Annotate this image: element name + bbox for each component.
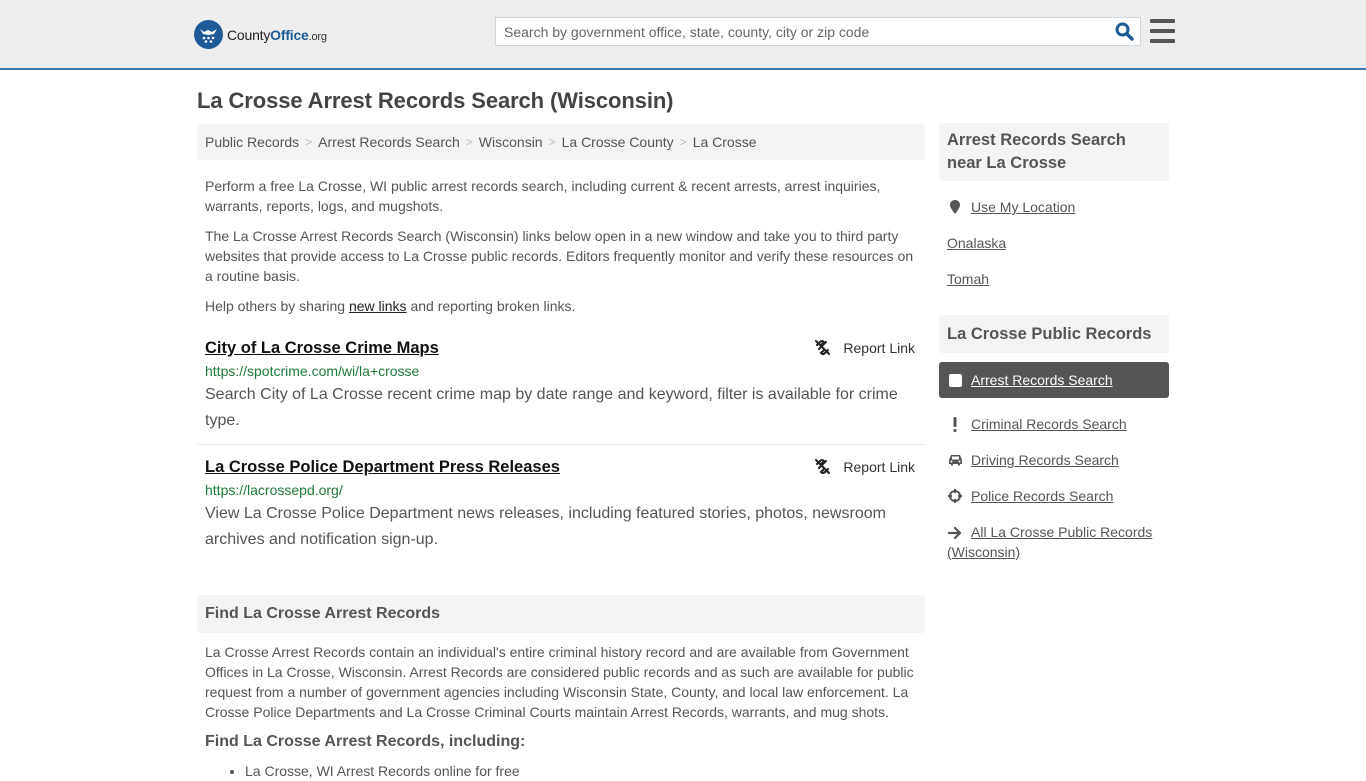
nearby-place-item: Tomah [939, 269, 1169, 289]
sidebar-item-label[interactable]: All La Crosse Public Records (Wisconsin) [947, 524, 1152, 560]
find-records-subheading: Find La Crosse Arrest Records, including… [205, 733, 526, 750]
map-marker-icon [947, 200, 963, 214]
breadcrumb-la-crosse[interactable]: La Crosse [693, 134, 757, 150]
result-url: https://lacrossepd.org/ [205, 482, 343, 498]
broken-link-icon [815, 459, 831, 474]
result-description: View La Crosse Police Department news re… [205, 505, 886, 548]
use-my-location-item: Use My Location [939, 197, 1169, 217]
sidebar-item-label[interactable]: Driving Records Search [971, 450, 1119, 470]
hamburger-menu-icon-bar [1150, 19, 1175, 23]
arrow-right-icon [947, 527, 963, 540]
nearby-link-tomah[interactable]: Tomah [947, 269, 989, 289]
eagle-stars-logo-icon [194, 20, 223, 49]
logo-brand: Office [270, 26, 309, 43]
breadcrumb-separator: > [465, 135, 473, 149]
search-button[interactable] [1108, 18, 1140, 45]
sidebar-item-label[interactable]: Arrest Records Search [971, 370, 1113, 390]
breadcrumb-separator: > [305, 135, 313, 149]
report-link-button[interactable]: Report Link [814, 458, 915, 475]
main-content: Public Records > Arrest Records Search >… [197, 124, 925, 781]
intro-text-fragment: Help others by sharing [205, 298, 349, 314]
search-input[interactable] [496, 18, 1108, 45]
find-records-list: La Crosse, WI Arrest Records online for … [197, 761, 925, 781]
hamburger-menu-button[interactable] [1150, 19, 1175, 43]
hamburger-menu-icon-bar [1150, 39, 1175, 43]
result-title: La Crosse Police Department Press Releas… [205, 456, 917, 478]
nearby-link-onalaska[interactable]: Onalaska [947, 233, 1006, 253]
use-my-location-link[interactable]: Use My Location [971, 197, 1075, 217]
result-item: La Crosse Police Department Press Releas… [197, 456, 925, 553]
breadcrumb: Public Records > Arrest Records Search >… [197, 124, 925, 160]
find-records-body: La Crosse Arrest Records contain an indi… [205, 644, 914, 720]
intro-text-fragment: and reporting broken links. [406, 298, 576, 314]
sidebar-item-label[interactable]: Criminal Records Search [971, 414, 1127, 434]
nearby-heading: Arrest Records Search near La Crosse [939, 123, 1169, 181]
logo-wordmark: CountyOffice.org [227, 27, 327, 43]
sidebar-item-arrest-records[interactable]: Arrest Records Search [939, 362, 1169, 398]
public-records-heading: La Crosse Public Records [939, 315, 1169, 353]
breadcrumb-separator: > [679, 135, 687, 149]
new-links-link[interactable]: new links [349, 298, 407, 314]
logo-prefix: County [227, 26, 271, 43]
hamburger-menu-icon-bar [1150, 29, 1175, 33]
broken-link-icon [815, 340, 831, 355]
sidebar-item-criminal-records[interactable]: Criminal Records Search [939, 414, 1169, 434]
result-title: City of La Crosse Crime Maps [205, 337, 917, 359]
public-records-section: La Crosse Public Records Arrest Records … [939, 315, 1169, 562]
breadcrumb-la-crosse-county[interactable]: La Crosse County [562, 134, 674, 150]
intro-paragraph-1: Perform a free La Crosse, WI public arre… [205, 178, 881, 214]
site-header: CountyOffice.org [0, 0, 1366, 70]
intro-text: Perform a free La Crosse, WI public arre… [197, 176, 925, 316]
result-description: Search City of La Crosse recent crime ma… [205, 386, 898, 429]
report-link-label: Report Link [843, 458, 915, 475]
sidebar-item-police-records[interactable]: Police Records Search [939, 486, 1169, 506]
intro-paragraph-2: The La Crosse Arrest Records Search (Wis… [205, 228, 914, 284]
result-url: https://spotcrime.com/wi/la+crosse [205, 363, 420, 379]
logo-tld: .org [308, 30, 327, 43]
site-logo-link[interactable]: CountyOffice.org [194, 20, 327, 49]
sidebar-item-driving-records[interactable]: Driving Records Search [939, 450, 1169, 470]
report-link-button[interactable]: Report Link [814, 339, 915, 356]
breadcrumb-separator: > [548, 135, 556, 149]
nearby-section: Arrest Records Search near La Crosse Use… [939, 123, 1169, 289]
sidebar-item-all-public-records[interactable]: All La Crosse Public Records (Wisconsin) [939, 522, 1169, 562]
search-icon [1115, 22, 1134, 41]
car-icon [947, 454, 963, 466]
search-bar [495, 17, 1141, 46]
square-icon [947, 373, 963, 387]
nearby-place-item: Onalaska [939, 233, 1169, 253]
sidebar: Arrest Records Search near La Crosse Use… [939, 123, 1169, 562]
breadcrumb-arrest-records-search[interactable]: Arrest Records Search [318, 134, 460, 150]
sidebar-item-label[interactable]: Police Records Search [971, 486, 1113, 506]
breadcrumb-public-records[interactable]: Public Records [205, 134, 299, 150]
crosshairs-icon [947, 489, 963, 503]
result-title-link[interactable]: City of La Crosse Crime Maps [205, 339, 439, 357]
exclamation-icon [947, 416, 963, 432]
result-title-link[interactable]: La Crosse Police Department Press Releas… [205, 458, 560, 476]
page-title: La Crosse Arrest Records Search (Wiscons… [197, 88, 674, 113]
report-link-label: Report Link [843, 339, 915, 356]
list-item: La Crosse, WI Arrest Records online for … [245, 761, 925, 781]
result-item: City of La Crosse Crime Maps Report Link… [197, 337, 925, 445]
breadcrumb-wisconsin[interactable]: Wisconsin [479, 134, 543, 150]
find-records-heading: Find La Crosse Arrest Records [197, 595, 925, 633]
intro-paragraph-3: Help others by sharing new links and rep… [197, 296, 925, 316]
